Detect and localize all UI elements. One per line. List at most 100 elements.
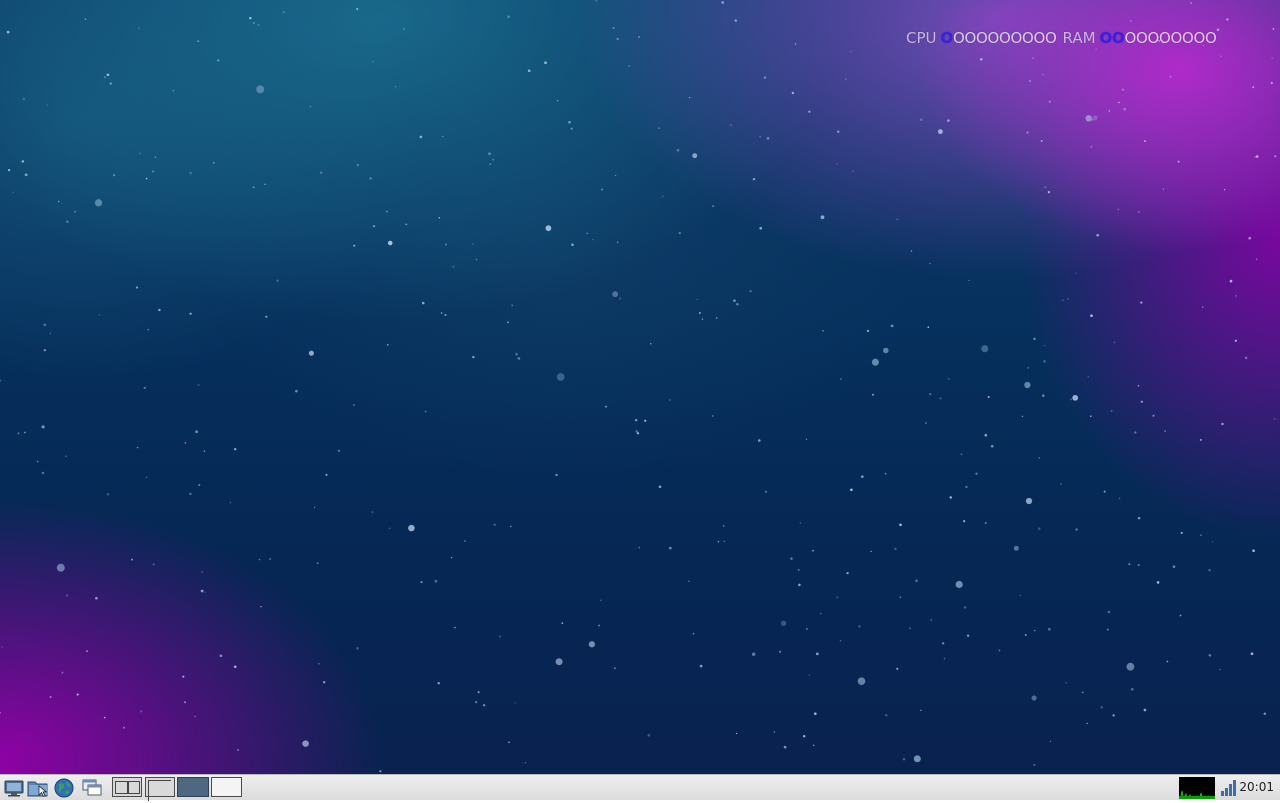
- star: [815, 652, 819, 656]
- star: [197, 384, 200, 387]
- star: [113, 174, 116, 177]
- star: [699, 664, 703, 668]
- star: [927, 326, 930, 329]
- cpu-usage-bar: OOOOOOOOOO: [941, 29, 1057, 47]
- star: [106, 492, 110, 496]
- desktop[interactable]: CPU OOOOOOOOOO RAM OOOOOOOOOO: [0, 0, 1280, 774]
- star: [636, 432, 640, 435]
- star: [650, 343, 652, 345]
- cpu-monitor-applet[interactable]: [1178, 777, 1216, 799]
- workspace-3-active[interactable]: [177, 777, 209, 797]
- star: [6, 30, 10, 34]
- star: [136, 446, 139, 449]
- star: [189, 171, 192, 175]
- star: [295, 389, 298, 393]
- star: [557, 99, 559, 102]
- star: [619, 297, 622, 300]
- star: [861, 475, 864, 478]
- star: [95, 596, 98, 600]
- star: [819, 612, 822, 615]
- star: [84, 18, 87, 21]
- star: [200, 589, 204, 593]
- star: [985, 522, 987, 524]
- star: [555, 473, 558, 477]
- star: [1273, 417, 1276, 420]
- star: [799, 521, 802, 524]
- star: [857, 677, 866, 686]
- star: [379, 770, 382, 773]
- star: [1223, 189, 1226, 191]
- star: [1043, 360, 1046, 363]
- star: [109, 82, 112, 85]
- web-browser-button[interactable]: [52, 777, 76, 799]
- star: [902, 758, 906, 761]
- star: [256, 85, 265, 94]
- star: [1047, 191, 1050, 194]
- star: [749, 289, 752, 293]
- star: [668, 546, 672, 550]
- star: [463, 540, 466, 543]
- star: [1092, 115, 1098, 121]
- star: [658, 127, 660, 129]
- star: [353, 244, 356, 247]
- star: [515, 352, 518, 356]
- star: [371, 60, 374, 63]
- star: [894, 547, 897, 551]
- star: [0, 379, 2, 382]
- star: [1134, 431, 1137, 434]
- star: [138, 27, 140, 29]
- star: [1013, 545, 1019, 551]
- star: [766, 137, 770, 140]
- star: [544, 61, 547, 65]
- star: [910, 250, 913, 252]
- star: [1091, 119, 1094, 121]
- star: [17, 432, 20, 435]
- file-manager-button[interactable]: [26, 777, 50, 799]
- taskbar: 20:01: [0, 774, 1280, 801]
- window-list-button[interactable]: [80, 777, 104, 799]
- star: [1100, 705, 1104, 709]
- star: [1032, 57, 1034, 60]
- star: [712, 205, 714, 207]
- star: [76, 693, 79, 696]
- star: [966, 634, 970, 637]
- star: [182, 675, 185, 678]
- star: [723, 540, 726, 543]
- clock[interactable]: 20:01: [1239, 780, 1274, 794]
- workspace-2[interactable]: [145, 777, 175, 801]
- star: [1118, 101, 1120, 104]
- star: [421, 301, 425, 305]
- star: [715, 317, 718, 319]
- star: [98, 314, 101, 316]
- star: [1044, 186, 1047, 189]
- star: [420, 581, 423, 584]
- star: [1065, 682, 1068, 684]
- star: [920, 709, 922, 712]
- star: [808, 674, 811, 676]
- star: [1027, 366, 1030, 369]
- star: [257, 24, 260, 27]
- star: [1201, 306, 1204, 308]
- network-applet[interactable]: [1218, 777, 1240, 799]
- star: [203, 450, 206, 452]
- star: [866, 329, 870, 333]
- star: [1172, 565, 1176, 568]
- star: [1118, 497, 1121, 500]
- show-desktop-button[interactable]: [2, 777, 26, 799]
- star: [1075, 528, 1078, 531]
- star: [1042, 73, 1044, 76]
- star: [759, 226, 763, 230]
- star: [234, 448, 237, 451]
- file-manager-icon: [27, 781, 48, 798]
- star: [64, 455, 67, 458]
- star: [147, 328, 149, 331]
- workspace-1[interactable]: [112, 777, 142, 797]
- star: [736, 302, 739, 306]
- star: [337, 449, 341, 452]
- star: [320, 171, 323, 174]
- star: [1026, 131, 1029, 134]
- star: [780, 620, 787, 626]
- star: [919, 118, 923, 121]
- star: [151, 170, 155, 173]
- workspace-4[interactable]: [211, 777, 242, 797]
